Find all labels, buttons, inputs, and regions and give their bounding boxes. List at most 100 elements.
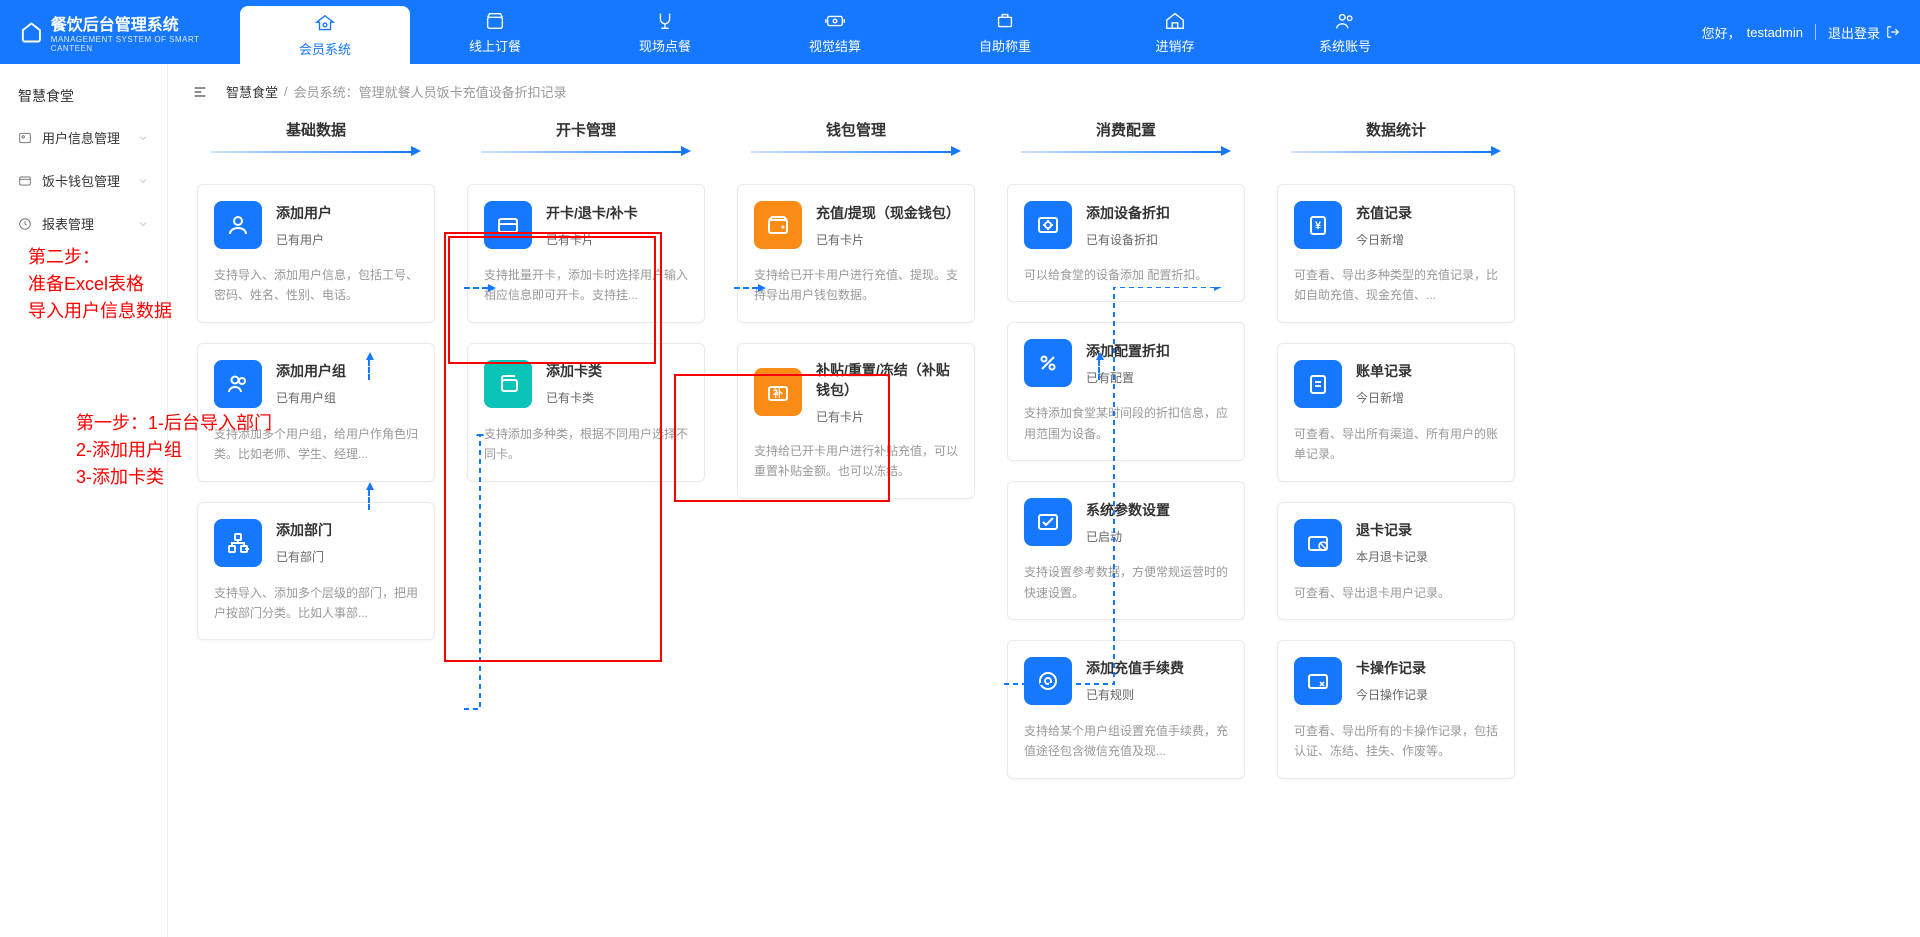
card-title: 添加配置折扣	[1086, 341, 1170, 361]
card-2-1[interactable]: 补贴/重置/冻结（补贴钱包） 已有卡片 支持给已开卡用户进行补贴充值，可以重置补…	[737, 343, 975, 499]
card-desc: 支持导入、添加用户信息，包括工号、密码、姓名、性别、电话。	[214, 265, 418, 306]
column-3: 消费配置 添加设备折扣 已有设备折扣 可以给食堂的设备添加 配置折扣。 添加配置…	[1002, 119, 1250, 799]
card-subtitle: 本月退卡记录	[1356, 548, 1428, 565]
header: 餐饮后台管理系统 MANAGEMENT SYSTEM OF SMART CANT…	[0, 0, 1920, 64]
column-title: 消费配置	[1096, 119, 1156, 140]
card-subtitle: 已启动	[1086, 528, 1170, 545]
card-title: 添加部门	[276, 520, 332, 540]
column-title: 数据统计	[1366, 119, 1426, 140]
card-icon	[754, 368, 802, 416]
card-3-3[interactable]: 添加充值手续费 已有规则 支持给某个用户组设置充值手续费，充值途径包含微信充值及…	[1007, 640, 1245, 779]
chevron-down-icon	[137, 175, 149, 187]
card-0-0[interactable]: 添加用户 已有用户 支持导入、添加用户信息，包括工号、密码、姓名、性别、电话。	[197, 184, 435, 323]
nav-item-4[interactable]: 自助称重	[920, 0, 1090, 64]
nav-item-0[interactable]: 会员系统	[240, 6, 410, 64]
sidebar-label: 用户信息管理	[42, 128, 120, 147]
card-4-3[interactable]: 卡操作记录 今日操作记录 可查看、导出所有的卡操作记录，包括认证、冻结、挂失、作…	[1277, 640, 1515, 779]
card-icon	[1024, 339, 1072, 387]
nav-label: 视觉结算	[809, 36, 861, 55]
collapse-icon[interactable]	[192, 84, 208, 100]
nav-item-5[interactable]: 进销存	[1090, 0, 1260, 64]
main: 智慧食堂 / 会员系统： 管理就餐人员饭卡充值设备折扣记录 基础数据 添加用户 …	[168, 64, 1920, 937]
main-nav: 会员系统线上订餐 现场点餐 视觉结算 自助称重 进销存 系统账号	[240, 0, 1682, 64]
card-icon	[1024, 201, 1072, 249]
card-3-1[interactable]: 添加配置折扣 已有配置 支持添加食堂某时间段的折扣信息，应用范围为设备。	[1007, 322, 1245, 461]
card-4-2[interactable]: 退卡记录 本月退卡记录 可查看、导出退卡用户记录。	[1277, 502, 1515, 620]
nav-label: 现场点餐	[639, 36, 691, 55]
card-title: 退卡记录	[1356, 520, 1428, 540]
logout-link[interactable]: 退出登录	[1828, 23, 1880, 42]
sidebar-item-2[interactable]: 报表管理	[0, 202, 167, 245]
card-title: 充值/提现（现金钱包）	[816, 203, 958, 223]
breadcrumb-path2: 管理就餐人员饭卡充值设备折扣记录	[359, 82, 567, 101]
card-title: 添加用户组	[276, 361, 346, 381]
card-title: 系统参数设置	[1086, 500, 1170, 520]
card-desc: 支持给某个用户组设置充值手续费，充值途径包含微信充值及现...	[1024, 721, 1228, 762]
nav-label: 进销存	[1155, 36, 1194, 55]
nav-icon	[1164, 10, 1186, 32]
card-1-0[interactable]: 开卡/退卡/补卡 已有卡片 支持批量开卡，添加卡时选择用户输入相应信息即可开卡。…	[467, 184, 705, 323]
card-subtitle: 今日新增	[1356, 231, 1412, 248]
column-4: 数据统计 充值记录 今日新增 可查看、导出多种类型的充值记录，比如自助充值、现金…	[1272, 119, 1520, 799]
breadcrumb-path1: 会员系统：	[294, 82, 359, 101]
sidebar-icon	[18, 174, 32, 188]
nav-label: 自助称重	[979, 36, 1031, 55]
nav-icon	[654, 10, 676, 32]
card-desc: 支持添加食堂某时间段的折扣信息，应用范围为设备。	[1024, 403, 1228, 444]
sidebar-item-1[interactable]: 饭卡钱包管理	[0, 159, 167, 202]
card-icon	[1294, 519, 1342, 567]
logout-icon[interactable]	[1886, 25, 1900, 39]
nav-icon	[824, 10, 846, 32]
app-subtitle: MANAGEMENT SYSTEM OF SMART CANTEEN	[51, 35, 220, 53]
card-icon	[214, 519, 262, 567]
card-icon	[1024, 498, 1072, 546]
card-subtitle: 已有卡片	[816, 408, 958, 425]
columns: 基础数据 添加用户 已有用户 支持导入、添加用户信息，包括工号、密码、姓名、性别…	[192, 119, 1896, 799]
sidebar-item-0[interactable]: 用户信息管理	[0, 116, 167, 159]
card-4-0[interactable]: 充值记录 今日新增 可查看、导出多种类型的充值记录，比如自助充值、现金充值、..…	[1277, 184, 1515, 323]
card-subtitle: 已有设备折扣	[1086, 231, 1170, 248]
card-subtitle: 已有部门	[276, 548, 332, 565]
nav-label: 线上订餐	[469, 36, 521, 55]
breadcrumb-root[interactable]: 智慧食堂	[226, 82, 278, 101]
sidebar: 智慧食堂 用户信息管理饭卡钱包管理报表管理	[0, 64, 168, 937]
card-4-1[interactable]: 账单记录 今日新增 可查看、导出所有渠道、所有用户的账单记录。	[1277, 343, 1515, 482]
nav-item-2[interactable]: 现场点餐	[580, 0, 750, 64]
sidebar-label: 饭卡钱包管理	[42, 171, 120, 190]
card-title: 充值记录	[1356, 203, 1412, 223]
sidebar-label: 报表管理	[42, 214, 94, 233]
card-icon	[1294, 657, 1342, 705]
card-0-2[interactable]: 添加部门 已有部门 支持导入、添加多个层级的部门，把用户按部门分类。比如人事部.…	[197, 502, 435, 641]
card-icon	[1024, 657, 1072, 705]
nav-item-6[interactable]: 系统账号	[1260, 0, 1430, 64]
card-title: 账单记录	[1356, 361, 1412, 381]
nav-item-1[interactable]: 线上订餐	[410, 0, 580, 64]
card-3-2[interactable]: 系统参数设置 已启动 支持设置参考数据，方便常规运营时的快速设置。	[1007, 481, 1245, 620]
card-subtitle: 今日新增	[1356, 389, 1412, 406]
card-desc: 可查看、导出退卡用户记录。	[1294, 583, 1498, 603]
app-title: 餐饮后台管理系统	[51, 11, 220, 35]
column-arrow	[751, 146, 961, 156]
sidebar-head: 智慧食堂	[0, 76, 167, 116]
nav-icon	[484, 10, 506, 32]
card-desc: 可查看、导出所有渠道、所有用户的账单记录。	[1294, 424, 1498, 465]
column-arrow	[481, 146, 691, 156]
column-title: 开卡管理	[556, 119, 616, 140]
sidebar-icon	[18, 131, 32, 145]
nav-item-3[interactable]: 视觉结算	[750, 0, 920, 64]
card-desc: 可以给食堂的设备添加 配置折扣。	[1024, 265, 1228, 285]
breadcrumb: 智慧食堂 / 会员系统： 管理就餐人员饭卡充值设备折扣记录	[192, 64, 1896, 119]
card-icon	[214, 201, 262, 249]
card-1-1[interactable]: 添加卡类 已有卡类 支持添加多种类，根据不同用户选择不同卡。	[467, 343, 705, 482]
card-3-0[interactable]: 添加设备折扣 已有设备折扣 可以给食堂的设备添加 配置折扣。	[1007, 184, 1245, 302]
card-subtitle: 今日操作记录	[1356, 686, 1428, 703]
card-title: 开卡/退卡/补卡	[546, 203, 638, 223]
card-title: 添加充值手续费	[1086, 658, 1184, 678]
card-subtitle: 已有用户组	[276, 389, 346, 406]
card-subtitle: 已有配置	[1086, 369, 1170, 386]
breadcrumb-sep: /	[284, 84, 288, 99]
divider	[1815, 24, 1816, 40]
card-title: 卡操作记录	[1356, 658, 1428, 678]
card-2-0[interactable]: 充值/提现（现金钱包） 已有卡片 支持给已开卡用户进行充值、提现。支持导出用户钱…	[737, 184, 975, 323]
column-title: 基础数据	[286, 119, 346, 140]
